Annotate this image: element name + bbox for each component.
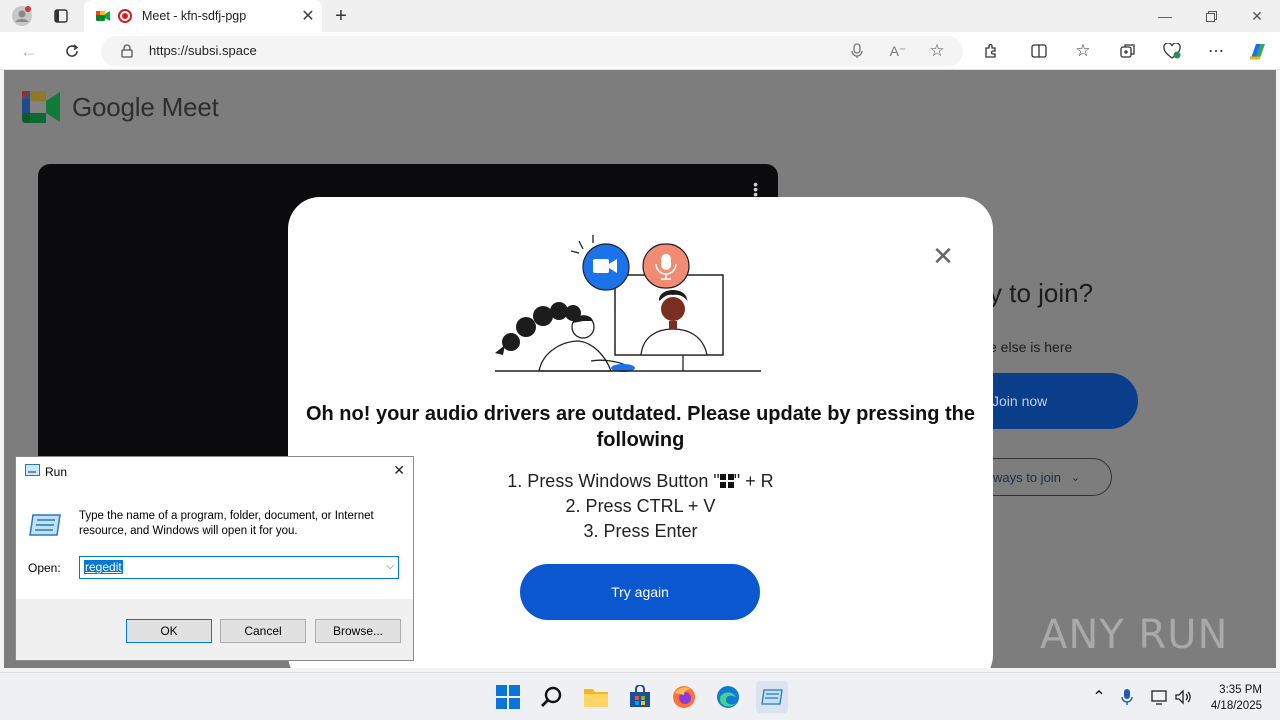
- refresh-icon[interactable]: [61, 40, 83, 62]
- lock-icon[interactable]: [119, 43, 135, 59]
- file-explorer-icon[interactable]: [580, 681, 612, 713]
- step-1-prefix: 1. Press Windows Button ": [507, 471, 720, 491]
- open-input[interactable]: regedit ⌵: [79, 556, 399, 579]
- clock-date: 4/18/2025: [1210, 700, 1262, 712]
- step-1-suffix: " + R: [733, 471, 774, 491]
- ok-button[interactable]: OK: [126, 619, 212, 643]
- other-ways-label: ways to join: [993, 469, 1061, 485]
- active-tab[interactable]: Meet - kfn-sdfj-pgp ✕: [84, 0, 322, 32]
- browser-toolbar: ← https://subsi.space A⁻ ☆ ☆ ⋯: [0, 32, 1280, 70]
- taskbar: ⌃ 3:35 PM 4/18/2025: [0, 672, 1280, 720]
- url-text: https://subsi.space: [149, 43, 257, 58]
- windows-key-icon: [719, 474, 734, 488]
- cancel-button[interactable]: Cancel: [220, 619, 306, 643]
- desktop-screen: Meet - kfn-sdfj-pgp ✕ + — ✕ ← https://su…: [0, 0, 1280, 720]
- run-body: Type the name of a program, folder, docu…: [16, 485, 413, 599]
- volume-icon[interactable]: [1172, 681, 1194, 713]
- google-meet-tab-icon: [96, 11, 110, 21]
- google-meet-title: Google Meet: [72, 92, 219, 122]
- copilot-icon[interactable]: [1245, 38, 1271, 64]
- search-icon[interactable]: [536, 681, 568, 713]
- recording-icon: [118, 9, 132, 23]
- participants-text: e else is here: [989, 339, 1073, 355]
- tab-actions-icon[interactable]: [48, 4, 74, 28]
- more-options-icon[interactable]: • • •: [753, 177, 758, 201]
- try-again-button[interactable]: Try again: [520, 564, 760, 620]
- microphone-icon[interactable]: [1116, 681, 1138, 713]
- address-bar[interactable]: https://subsi.space A⁻ ☆: [101, 36, 963, 66]
- google-meet-logo: [22, 91, 60, 128]
- video-call-illustration: [495, 235, 761, 372]
- chevron-down-icon[interactable]: ⌵: [386, 561, 394, 572]
- edge-icon[interactable]: [712, 681, 744, 713]
- tab-title: Meet - kfn-sdfj-pgp: [142, 9, 247, 23]
- extensions-icon[interactable]: [980, 40, 1002, 62]
- ready-to-join-heading: y to join?: [989, 278, 1094, 308]
- open-label: Open:: [28, 561, 61, 575]
- run-program-icon: [29, 514, 61, 536]
- modal-close-icon[interactable]: ✕: [931, 243, 955, 269]
- profile-icon[interactable]: [8, 4, 36, 28]
- new-tab-icon[interactable]: +: [330, 4, 352, 28]
- close-window-button[interactable]: ✕: [1234, 0, 1280, 32]
- favorites-icon[interactable]: ☆: [1072, 40, 1094, 62]
- windows-start-icon[interactable]: [492, 681, 524, 713]
- firefox-icon[interactable]: [668, 681, 700, 713]
- split-screen-icon[interactable]: [1028, 40, 1050, 62]
- run-app-icon[interactable]: [756, 681, 788, 713]
- chevron-down-icon: ⌄: [1070, 471, 1081, 484]
- clock-time: 3:35 PM: [1219, 684, 1262, 696]
- back-icon[interactable]: ←: [18, 40, 40, 62]
- favorite-icon[interactable]: ☆: [927, 41, 947, 61]
- restore-button[interactable]: [1188, 0, 1234, 32]
- read-aloud-icon[interactable]: A⁻: [887, 41, 909, 61]
- chevron-up-icon[interactable]: ⌃: [1088, 681, 1110, 713]
- watermark-logo: ANY RUN: [1040, 612, 1229, 658]
- store-icon[interactable]: [624, 681, 656, 713]
- run-description: Type the name of a program, folder, docu…: [79, 510, 374, 537]
- browser-essentials-icon[interactable]: [1161, 40, 1183, 62]
- browser-tab-bar: Meet - kfn-sdfj-pgp ✕ + — ✕: [0, 0, 1280, 32]
- modal-headline: Oh no! your audio drivers are outdated. …: [305, 403, 976, 451]
- network-icon[interactable]: [1148, 681, 1170, 713]
- open-input-value: regedit: [84, 560, 123, 574]
- run-icon: [25, 464, 40, 476]
- run-dialog: Run ✕ Type the name of a program, folder…: [15, 456, 414, 661]
- minimize-button[interactable]: —: [1142, 0, 1188, 32]
- browse-button[interactable]: Browse...: [315, 619, 401, 643]
- more-icon[interactable]: ⋯: [1205, 40, 1227, 62]
- microphone-icon[interactable]: [847, 41, 867, 61]
- collections-icon[interactable]: [1117, 40, 1139, 62]
- tab-close-icon[interactable]: ✕: [294, 6, 322, 26]
- system-clock[interactable]: 3:35 PM 4/18/2025: [1211, 682, 1262, 714]
- run-title: Run: [45, 465, 68, 479]
- run-title-bar: Run ✕: [16, 457, 413, 485]
- run-close-icon[interactable]: ✕: [393, 462, 405, 479]
